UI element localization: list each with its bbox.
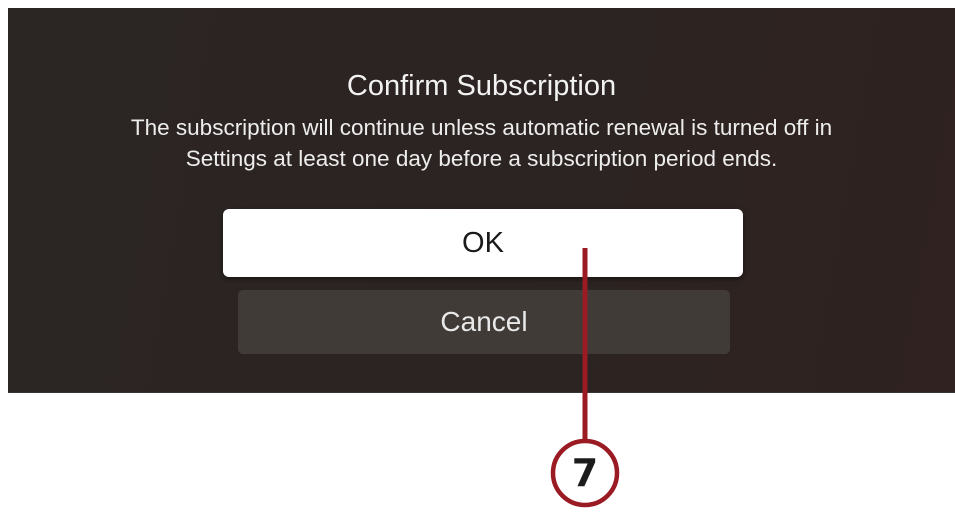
- dialog-title: Confirm Subscription: [346, 70, 617, 102]
- cancel-button[interactable]: Cancel: [238, 290, 730, 354]
- dialog-message: The subscription will continue unless au…: [8, 112, 955, 174]
- dialog-message-line-1: The subscription will continue unless au…: [130, 115, 833, 140]
- tv-screen: Confirm Subscription The subscription wi…: [8, 8, 955, 393]
- ok-button[interactable]: OK: [223, 209, 743, 277]
- dialog-message-line-2: Settings at least one day before a subsc…: [185, 146, 778, 171]
- callout-number: 7: [571, 451, 599, 495]
